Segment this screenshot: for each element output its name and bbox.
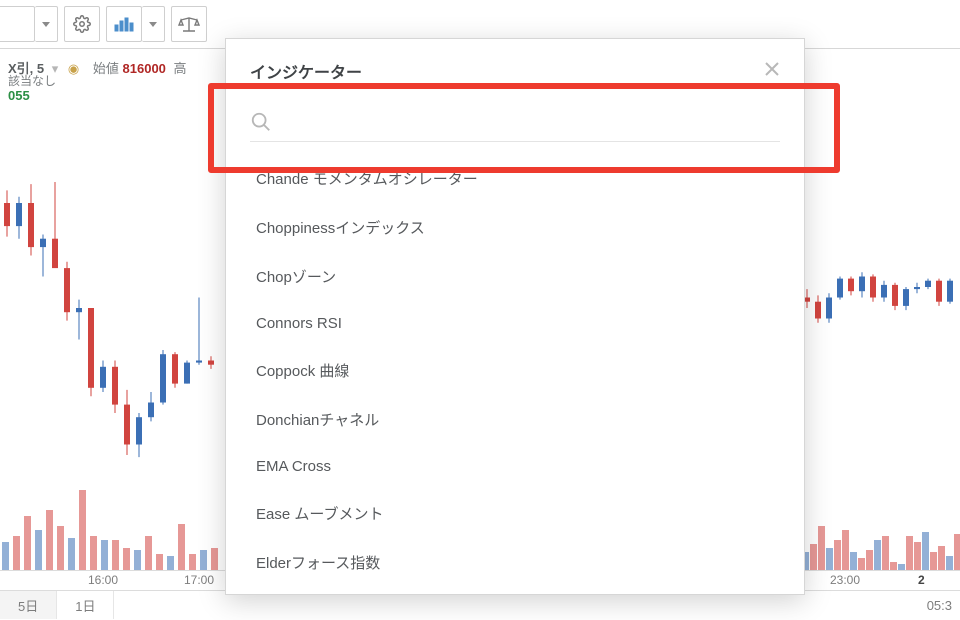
candlestick-right [800, 48, 960, 528]
indicators-modal: インジケーター Chande モメンタムオシレーターChoppinessインデッ… [225, 38, 805, 595]
volume-left [0, 480, 230, 570]
indicator-item[interactable]: Fisher変換 [250, 587, 780, 594]
search-box[interactable] [250, 103, 780, 142]
search-input[interactable] [284, 112, 780, 132]
indicators-dropdown[interactable] [142, 6, 165, 42]
timeframe-5d[interactable]: 5日 [0, 591, 57, 619]
indicator-item[interactable]: Connors RSI [250, 301, 780, 346]
close-icon [764, 61, 780, 77]
indicator-list[interactable]: Chande モメンタムオシレーターChoppinessインデックスChopゾー… [226, 154, 804, 594]
compare-button[interactable] [171, 6, 207, 42]
indicator-item[interactable]: Ease ムーブメント [250, 489, 780, 538]
indicator-item[interactable]: Chopゾーン [250, 252, 780, 301]
indicator-item[interactable]: Coppock 曲線 [250, 346, 780, 395]
indicator-item[interactable]: Donchianチャネル [250, 395, 780, 444]
volume-right [800, 480, 960, 570]
indicator-item[interactable]: Choppinessインデックス [250, 203, 780, 252]
interval-dropdown[interactable] [35, 6, 58, 42]
indicators-button[interactable] [106, 6, 142, 42]
timeframe-1d[interactable]: 1日 [57, 591, 114, 619]
search-icon [250, 111, 272, 133]
candlestick-left [0, 48, 230, 528]
indicator-item[interactable]: Elderフォース指数 [250, 538, 780, 587]
clock: 05:3 [927, 598, 952, 613]
interval-button[interactable] [0, 6, 35, 42]
scales-icon [178, 16, 200, 32]
indicator-item[interactable]: EMA Cross [250, 444, 780, 489]
indicator-item[interactable]: Chande モメンタムオシレーター [250, 154, 780, 203]
settings-button[interactable] [64, 6, 100, 42]
close-button[interactable] [764, 61, 780, 81]
gear-icon [73, 15, 91, 33]
modal-title: インジケーター [250, 59, 362, 83]
chart-bars-icon [114, 16, 134, 32]
